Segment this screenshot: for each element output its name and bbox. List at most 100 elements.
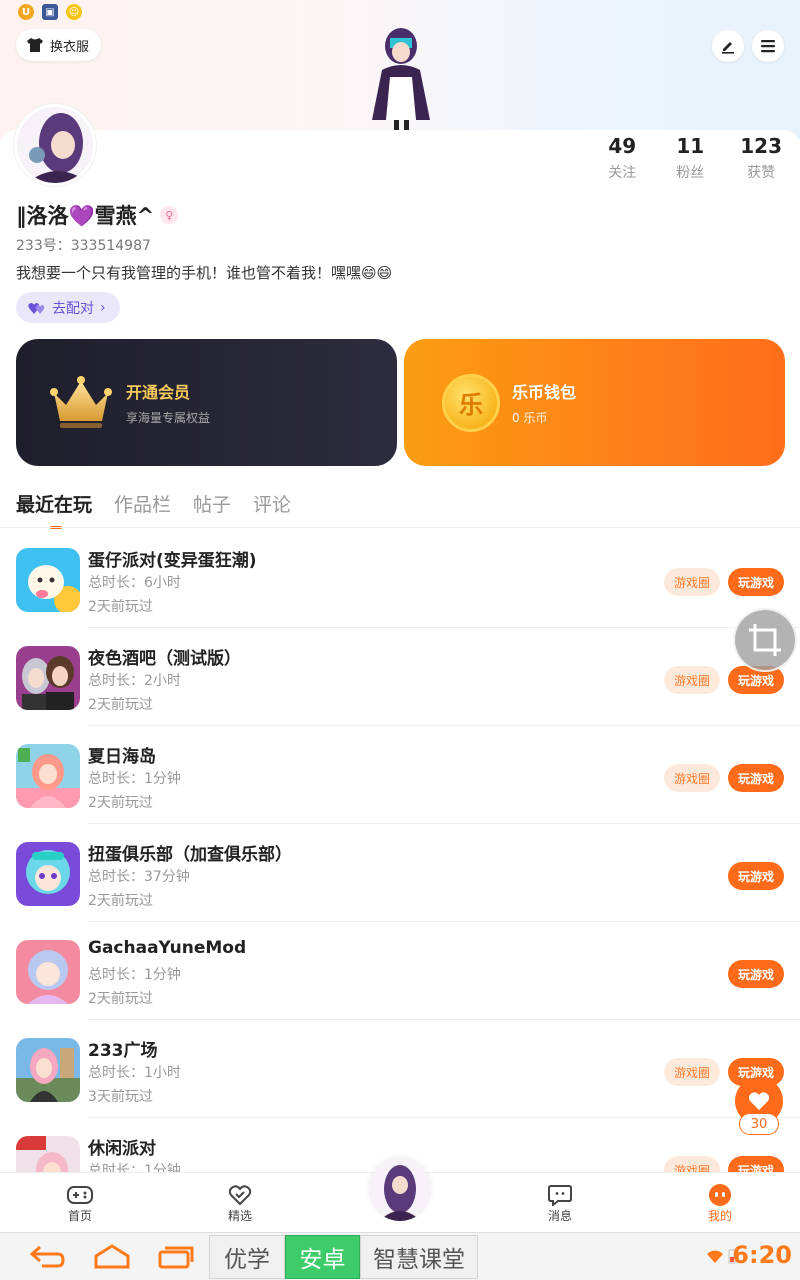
game-name: 夏日海岛 <box>88 747 156 767</box>
status-icons: U ▣ ☺ <box>18 4 82 20</box>
game-icon-casual-party <box>16 1136 80 1172</box>
game-name: 扭蛋俱乐部（加查俱乐部） <box>88 845 292 865</box>
dress-up-button[interactable]: 换衣服 <box>16 29 102 61</box>
tab-posts[interactable]: 帖子 <box>193 490 231 517</box>
play-game-button[interactable]: 玩游戏 <box>727 1156 784 1172</box>
sys-tab-android[interactable]: 安卓 <box>285 1235 360 1279</box>
nav-messages[interactable]: 消息 <box>530 1183 590 1224</box>
heart-icon <box>748 1092 770 1110</box>
profile-uid[interactable]: 233号：333514987 <box>16 235 151 255</box>
coin-notification-icon: ☺ <box>66 4 82 20</box>
clock: 6:20 <box>732 1241 792 1269</box>
vip-title: 开通会员 <box>126 383 191 402</box>
nav-mine[interactable]: 我的 <box>690 1183 750 1224</box>
game-duration: 总时长：2小时 <box>88 673 181 689</box>
recent-games-list: 蛋仔派对(变异蛋狂潮) 总时长：6小时 2天前玩过 游戏圈 玩游戏 夜色酒吧（测… <box>0 530 800 1172</box>
coin-icon: 乐 <box>442 373 500 432</box>
play-game-button[interactable]: 玩游戏 <box>727 568 784 596</box>
female-gender-icon: ♀ <box>160 206 179 224</box>
hearts-icon <box>28 302 45 314</box>
list-item[interactable]: 夏日海岛 总时长：1分钟 2天前玩过 游戏圈 玩游戏 <box>0 726 800 824</box>
nav-home[interactable]: 首页 <box>50 1183 110 1224</box>
tab-works[interactable]: 作品栏 <box>114 490 171 517</box>
game-last-played: 2天前玩过 <box>88 795 153 811</box>
likes-label: 获赞 <box>747 165 776 181</box>
followers-stat[interactable]: 11 粉丝 <box>672 134 708 182</box>
game-icon-gachaa-yune-mod <box>16 940 80 1004</box>
home-button[interactable] <box>92 1243 132 1275</box>
game-circle-button[interactable]: 游戏圈 <box>663 666 720 694</box>
sys-tab-smart-classroom[interactable]: 智慧课堂 <box>360 1235 478 1279</box>
game-last-played: 2天前玩过 <box>88 599 153 615</box>
game-name: GachaaYuneMod <box>88 938 247 958</box>
vip-card[interactable]: 开通会员 享海量专属权益 <box>16 339 397 466</box>
following-label: 关注 <box>608 165 637 181</box>
crown-icon <box>50 375 112 428</box>
heart-outline-icon <box>228 1185 252 1206</box>
back-arrow-icon <box>29 1245 65 1268</box>
profile-tabs: 最近在玩 作品栏 帖子 评论 <box>16 490 291 529</box>
list-item[interactable]: 扭蛋俱乐部（加查俱乐部） 总时长：37分钟 2天前玩过 玩游戏 <box>0 824 800 922</box>
game-duration: 总时长：37分钟 <box>88 869 190 885</box>
game-name: 蛋仔派对(变异蛋狂潮) <box>88 551 257 571</box>
game-duration: 总时长：1小时 <box>88 1065 181 1081</box>
wallet-balance: 0 乐币 <box>512 411 548 425</box>
following-count: 49 <box>608 134 637 158</box>
menu-button[interactable] <box>752 30 784 62</box>
game-icon-gacha-club <box>16 842 80 906</box>
chat-bubble-icon <box>548 1185 572 1206</box>
nav-featured-label: 精选 <box>227 1209 252 1223</box>
play-game-button[interactable]: 玩游戏 <box>727 862 784 890</box>
tab-comments[interactable]: 评论 <box>253 490 291 517</box>
game-circle-button[interactable]: 游戏圈 <box>663 568 720 596</box>
game-duration: 总时长：1分钟 <box>88 1163 181 1172</box>
match-button[interactable]: 去配对 › <box>16 292 120 323</box>
sys-tab-youxue[interactable]: 优学 <box>209 1235 285 1279</box>
recents-icon <box>158 1246 194 1269</box>
avatar-3d-figure[interactable] <box>364 22 438 132</box>
profile-avatar[interactable] <box>14 104 96 186</box>
wifi-icon <box>706 1249 724 1268</box>
pencil-icon <box>722 42 734 54</box>
followers-count: 11 <box>676 134 705 158</box>
game-icon-233-plaza <box>16 1038 80 1102</box>
game-circle-button[interactable]: 游戏圈 <box>663 764 720 792</box>
game-last-played: 2天前玩过 <box>88 697 153 713</box>
tab-recently-played[interactable]: 最近在玩 <box>16 490 92 529</box>
game-last-played: 2天前玩过 <box>88 991 153 1007</box>
edit-profile-button[interactable] <box>712 30 744 62</box>
profile-bio: 我想要一个只有我管理的手机！谁也管不着我！嘿嘿😄😄 <box>16 264 393 282</box>
game-icon-eggy-party <box>16 548 80 612</box>
following-stat[interactable]: 49 关注 <box>604 134 640 182</box>
play-game-button[interactable]: 玩游戏 <box>727 960 784 988</box>
hamburger-menu-icon <box>761 40 775 53</box>
coin-char: 乐 <box>459 391 483 419</box>
recents-button[interactable] <box>156 1243 196 1275</box>
game-circle-button[interactable]: 游戏圈 <box>663 1156 720 1172</box>
profile-face-icon <box>709 1184 731 1206</box>
shirt-icon <box>27 38 43 52</box>
dress-up-label: 换衣服 <box>50 39 90 55</box>
list-item[interactable]: 蛋仔派对(变异蛋狂潮) 总时长：6小时 2天前玩过 游戏圈 玩游戏 <box>0 530 800 628</box>
list-item[interactable]: GachaaYuneMod 总时长：1分钟 2天前玩过 玩游戏 <box>0 922 800 1020</box>
game-circle-button[interactable]: 游戏圈 <box>663 1058 720 1086</box>
nav-featured[interactable]: 精选 <box>210 1183 270 1224</box>
chevron-right-icon: › <box>100 299 106 316</box>
list-item[interactable]: 夜色酒吧（测试版） 总时长：2小时 2天前玩过 游戏圈 玩游戏 <box>0 628 800 726</box>
nav-home-label: 首页 <box>67 1209 92 1223</box>
game-last-played: 2天前玩过 <box>88 893 153 909</box>
back-button[interactable] <box>28 1243 66 1275</box>
game-name: 233广场 <box>88 1041 158 1061</box>
nav-avatar-center[interactable] <box>369 1159 431 1221</box>
likes-stat[interactable]: 123 获赞 <box>740 134 782 182</box>
vip-subtitle: 享海量专属权益 <box>126 411 211 425</box>
game-name: 休闲派对 <box>88 1139 156 1159</box>
play-game-button[interactable]: 玩游戏 <box>727 764 784 792</box>
gallery-notification-icon: ▣ <box>42 4 58 20</box>
wallet-title: 乐币钱包 <box>512 383 577 402</box>
gamepad-icon <box>67 1186 93 1204</box>
home-icon <box>94 1244 130 1269</box>
wallet-card[interactable]: 乐 乐币钱包 0 乐币 <box>404 339 785 466</box>
list-item[interactable]: 233广场 总时长：1小时 3天前玩过 游戏圈 玩游戏 <box>0 1020 800 1118</box>
floating-crop-button[interactable] <box>733 608 797 672</box>
